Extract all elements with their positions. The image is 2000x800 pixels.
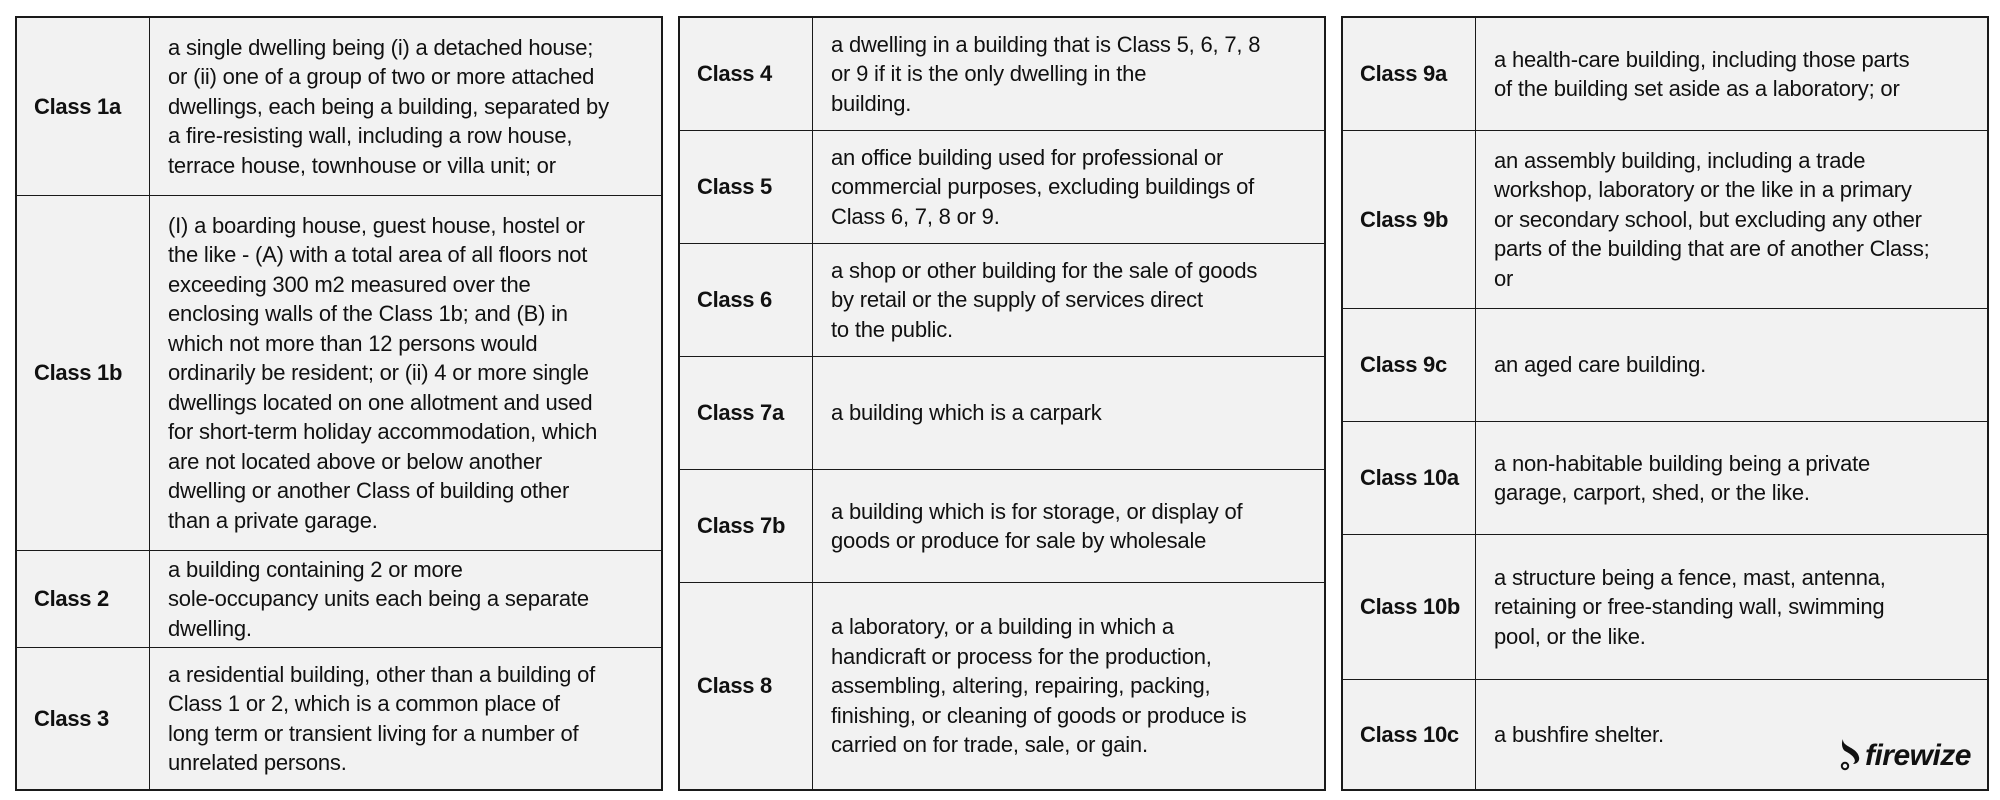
class-description: a dwelling in a building that is Class 5…	[831, 31, 1261, 116]
class-label: Class 9b	[1343, 131, 1476, 308]
class-description: a building which is a carpark	[831, 400, 1102, 426]
class-label: Class 9a	[1343, 18, 1476, 130]
table-row: Class 10b a structure being a fence, mas…	[1343, 534, 1987, 679]
class-label: Class 8	[680, 583, 813, 789]
class-description: a shop or other building for the sale of…	[831, 257, 1258, 342]
class-description: a residential building, other than a bui…	[168, 661, 596, 776]
class-label: Class 1b	[17, 196, 150, 550]
class-description: a single dwelling being (i) a detached h…	[168, 34, 609, 178]
table-row: Class 3 a residential building, other th…	[17, 647, 661, 789]
firewize-logo: firewize	[1839, 737, 1972, 772]
class-description: a health-care building, including those …	[1494, 46, 1910, 102]
class-label: Class 10b	[1343, 535, 1476, 679]
building-class-table-3: Class 9a a health-care building, includi…	[1341, 16, 1989, 791]
table-row: Class 10a a non-habitable building being…	[1343, 421, 1987, 534]
class-label: Class 6	[680, 244, 813, 356]
class-label: Class 7a	[680, 357, 813, 469]
class-label: Class 2	[17, 551, 150, 647]
class-label: Class 3	[17, 648, 150, 789]
table-row: Class 7b a building which is for storage…	[680, 469, 1324, 582]
table-row: Class 2 a building containing 2 or more …	[17, 550, 661, 647]
table-row: Class 6 a shop or other building for the…	[680, 243, 1324, 356]
class-description: a laboratory, or a building in which a h…	[831, 614, 1247, 758]
class-label: Class 4	[680, 18, 813, 130]
class-description: a non-habitable building being a private…	[1494, 450, 1871, 506]
table-row: Class 7a a building which is a carpark	[680, 356, 1324, 469]
table-row: Class 1b (I) a boarding house, guest hou…	[17, 195, 661, 550]
class-description: a bushfire shelter.	[1494, 721, 1664, 747]
table-row: Class 5 an office building used for prof…	[680, 130, 1324, 243]
class-description: (I) a boarding house, guest house, hoste…	[168, 212, 598, 533]
table-row: Class 9c an aged care building.	[1343, 308, 1987, 421]
flame-icon	[1840, 739, 1860, 771]
logo-text: firewize	[1864, 739, 1972, 772]
class-label: Class 10c	[1343, 680, 1476, 789]
class-description: an aged care building.	[1494, 352, 1707, 378]
class-description: a building containing 2 or more sole-occ…	[168, 556, 589, 641]
table-row: Class 1a a single dwelling being (i) a d…	[17, 18, 661, 195]
building-class-table-2: Class 4 a dwelling in a building that is…	[678, 16, 1326, 791]
class-description: a building which is for storage, or disp…	[831, 498, 1243, 554]
class-label: Class 1a	[17, 18, 150, 195]
class-label: Class 9c	[1343, 309, 1476, 421]
table-row: Class 9a a health-care building, includi…	[1343, 18, 1987, 130]
class-description: an assembly building, including a trade …	[1494, 147, 1930, 291]
table-row: Class 8 a laboratory, or a building in w…	[680, 582, 1324, 789]
building-class-table-1: Class 1a a single dwelling being (i) a d…	[15, 16, 663, 791]
table-row: Class 10c a bushfire shelter. firewize	[1343, 679, 1987, 789]
class-label: Class 7b	[680, 470, 813, 582]
class-label: Class 5	[680, 131, 813, 243]
table-row: Class 9b an assembly building, including…	[1343, 130, 1987, 308]
class-label: Class 10a	[1343, 422, 1476, 534]
class-description: a structure being a fence, mast, antenna…	[1494, 564, 1886, 649]
class-description: an office building used for professional…	[831, 144, 1255, 229]
table-row: Class 4 a dwelling in a building that is…	[680, 18, 1324, 130]
